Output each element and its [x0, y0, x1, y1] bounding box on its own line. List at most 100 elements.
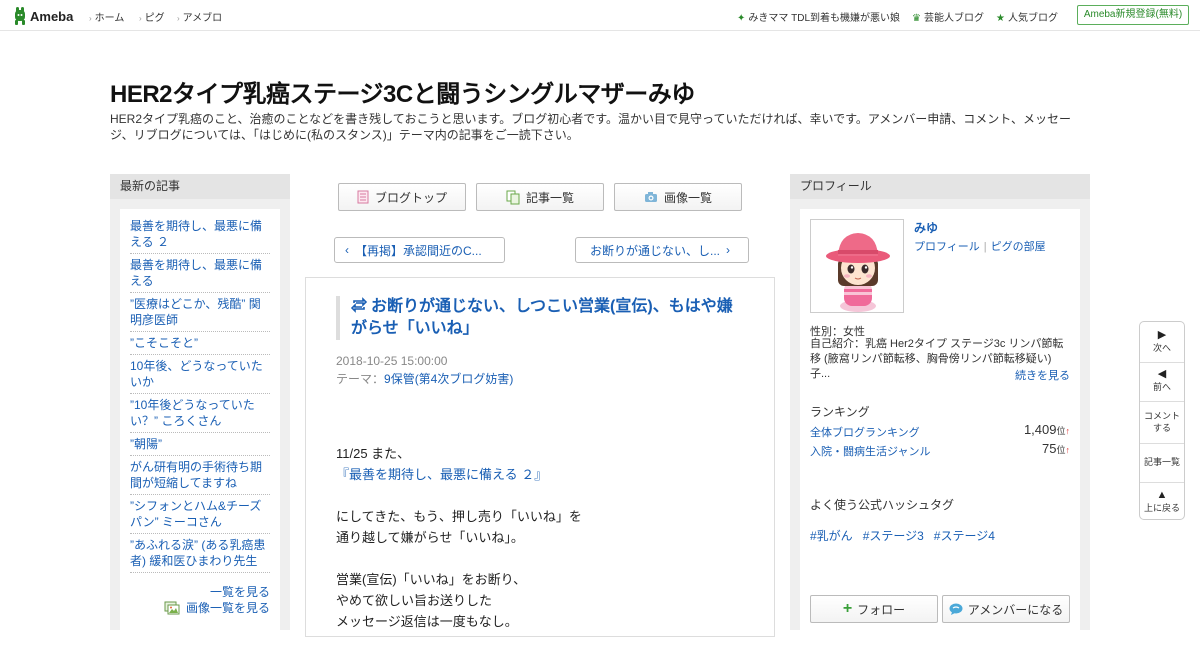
theme-label: テーマ： — [336, 372, 385, 386]
article: お断りが通じない、しつこい営業(宣伝)、もはや嫌がらせ「いいね」 2018-10… — [305, 277, 775, 637]
tab-article-list[interactable]: 記事一覧 — [476, 183, 604, 211]
recent-article-link[interactable]: 最善を期待し、最悪に備える — [130, 254, 270, 293]
body-line: にしてきた、もう、押し売り「いいね」を — [336, 509, 582, 524]
divider — [1140, 401, 1184, 402]
celebrity-blog-label: 芸能人ブログ — [923, 13, 984, 24]
popular-blog-link[interactable]: ★ 人気ブログ — [996, 9, 1058, 24]
hashtag-link[interactable]: #ステージ4 — [934, 527, 995, 544]
recent-article-link[interactable]: ”こそこそと” — [130, 332, 270, 355]
amember-icon — [949, 603, 963, 615]
article-title-text: お断りが通じない、しつこい営業(宣伝)、もはや嫌がらせ「いいね」 — [351, 298, 733, 337]
right-sidebar: プロフィール みゆ プロフィール | ピグの部屋 性別：女性 自己紹介：乳癌 H… — [790, 174, 1090, 630]
avatar[interactable] — [810, 219, 904, 313]
recent-article-link[interactable]: ”あふれる涙” (ある乳癌患者) 緩和医ひまわり先生 — [130, 534, 270, 573]
trend-topic-link[interactable]: ✦ みきママ TDL到着も機嫌が悪い娘 — [737, 9, 900, 24]
prev-button[interactable]: ◀ 前へ — [1140, 368, 1184, 393]
triangle-up-icon: ▲ — [1156, 489, 1168, 501]
document-icon — [357, 190, 369, 204]
body-line: 通り越して嫌がらせ「いいね」。 — [336, 530, 524, 545]
article-title[interactable]: お断りが通じない、しつこい営業(宣伝)、もはや嫌がらせ「いいね」 — [336, 296, 746, 340]
ranking-value: 75位↑ — [1042, 441, 1070, 456]
body-line: 営業(宣伝)「いいね」をお断り、 — [336, 572, 527, 587]
floating-nav: ▶ 次へ ◀ 前へ コメントする 記事一覧 ▲ 上に戻る — [1139, 321, 1185, 520]
pigg-room-link[interactable]: ピグの部屋 — [991, 241, 1046, 253]
recent-articles-panel: 最善を期待し、最悪に備える ２ 最善を期待し、最悪に備える ”医療はどこか、残酷… — [120, 209, 280, 630]
ranking-heading: ランキング — [810, 405, 870, 419]
profile-link[interactable]: プロフィール — [914, 241, 980, 253]
back-to-top-button[interactable]: ▲ 上に戻る — [1140, 489, 1184, 514]
blog-title[interactable]: HER2タイプ乳癌ステージ3Cと闘うシングルマザーみゆ — [110, 74, 695, 109]
ranking-value: 1,409位↑ — [1024, 422, 1070, 437]
tab-blog-top-label: ブログトップ — [374, 190, 447, 205]
see-all-link[interactable]: 一覧を見る — [210, 583, 270, 600]
top-bar: Ameba › ホーム › ピグ › アメブロ ✦ みきママ TDL到着も機嫌が悪い娘 … — [0, 0, 1200, 31]
next-article-label: お断りが通じない、し... — [590, 243, 721, 258]
nav-home-label: ホーム — [94, 13, 125, 24]
article-theme: テーマ：9保管(第4次ブログ妨害) — [336, 370, 513, 387]
divider — [1140, 482, 1184, 483]
recent-article-link[interactable]: 10年後、どうなっていたいか — [130, 355, 270, 394]
nav-pigg[interactable]: › ピグ — [139, 9, 165, 24]
trend-topic-label: みきママ TDL到着も機嫌が悪い娘 — [748, 13, 901, 24]
divider — [1140, 362, 1184, 363]
amember-label: アメンバーになる — [967, 602, 1064, 617]
chevron-right-icon: › — [89, 14, 92, 23]
recent-article-link[interactable]: ”医療はどこか、残酷” 関明彦医師 — [130, 293, 270, 332]
body-line: やめて欲しい旨お送りした — [336, 593, 493, 608]
ameba-mascot-icon — [15, 7, 25, 25]
tab-article-list-label: 記事一覧 — [525, 190, 574, 205]
ranking-label-link[interactable]: 入院・闘病生活ジャンル — [810, 446, 930, 458]
ranking-label-link[interactable]: 全体ブログランキング — [810, 427, 920, 439]
article-list-button[interactable]: 記事一覧 — [1140, 456, 1184, 468]
chevron-right-icon: › — [177, 14, 180, 23]
chevron-right-icon: › — [726, 243, 731, 257]
recent-article-link[interactable]: がん研有明の手術待ち期間が短縮してますね — [130, 456, 270, 495]
celebrity-blog-link[interactable]: ♛ 芸能人ブログ — [912, 9, 984, 24]
hashtag-link[interactable]: #ステージ3 — [863, 527, 924, 544]
see-images-link[interactable]: 画像一覧を見る — [164, 599, 270, 616]
ameba-logo[interactable]: Ameba — [13, 6, 73, 26]
body-paragraph: 11/25 また、 『最善を期待し、最悪に備える ２』 — [336, 443, 756, 485]
profile-panel: みゆ プロフィール | ピグの部屋 性別：女性 自己紹介：乳癌 Her2タイプ ステ… — [800, 209, 1080, 630]
next-article-link[interactable]: お断りが通じない、し... › — [575, 237, 749, 263]
ranking-number: 1,409 — [1023, 422, 1057, 437]
body-paragraph: 営業(宣伝)「いいね」をお断り、 やめて欲しい旨お送りした メッセージ返信は一度もな… — [336, 569, 756, 632]
plus-icon: + — [842, 600, 853, 617]
recent-article-link[interactable]: 最善を期待し、最悪に備える ２ — [130, 215, 270, 254]
signup-button[interactable]: Ameba新規登録(無料) — [1077, 5, 1189, 25]
nav-home[interactable]: › ホーム — [89, 9, 124, 24]
logo-text: Ameba — [30, 8, 74, 24]
recent-article-link[interactable]: ”シフォンとハム&チーズパン” ミーコさん — [130, 495, 270, 534]
tab-blog-top[interactable]: ブログトップ — [338, 183, 466, 211]
play-left-icon: ◀ — [1157, 368, 1167, 380]
avatar-illustration — [811, 220, 903, 312]
profile-name[interactable]: みゆ — [914, 219, 938, 236]
hashtag-heading: よく使う公式ハッシュタグ — [810, 498, 955, 512]
recent-article-link[interactable]: ”10年後どうなっていたい？” ころくさん — [130, 394, 270, 433]
prev-article-link[interactable]: ‹ 【再掲】承認間近のC... — [334, 237, 505, 263]
reblog-icon — [350, 297, 368, 313]
follow-button[interactable]: + フォロー — [810, 595, 938, 623]
camera-icon — [644, 192, 657, 202]
follow-label: フォロー — [857, 602, 906, 617]
ranking-unit: 位 — [1056, 426, 1066, 436]
body-article-link[interactable]: 『最善を期待し、最悪に備える ２』 — [336, 467, 547, 482]
profile-links: プロフィール | ピグの部屋 — [914, 238, 1046, 254]
recent-article-link[interactable]: ”朝陽” — [130, 433, 270, 456]
comment-button[interactable]: コメントする — [1140, 410, 1184, 434]
recent-articles-list: 最善を期待し、最悪に備える ２ 最善を期待し、最悪に備える ”医療はどこか、残酷… — [130, 215, 270, 573]
ranking-row: 入院・闘病生活ジャンル 75位↑ — [810, 441, 1070, 459]
article-body: 11/25 また、 『最善を期待し、最悪に備える ２』 にしてきた、もう、押し売り… — [336, 443, 756, 653]
nav-ameblo[interactable]: › アメブロ — [177, 9, 222, 24]
amember-button[interactable]: アメンバーになる — [942, 595, 1070, 623]
body-paragraph: にしてきた、もう、押し売り「いいね」を 通り越して嫌がらせ「いいね」。 — [336, 506, 756, 548]
next-button[interactable]: ▶ 次へ — [1140, 329, 1184, 354]
recent-articles-heading: 最新の記事 — [110, 174, 290, 199]
theme-link[interactable]: 9保管(第4次ブログ妨害) — [384, 372, 513, 386]
tab-image-list[interactable]: 画像一覧 — [614, 183, 742, 211]
sparkle-icon: ✦ — [737, 13, 746, 24]
profile-heading: プロフィール — [790, 174, 1090, 199]
read-more-link[interactable]: 続きを見る — [1015, 367, 1070, 383]
blog-description: HER2タイプ乳癌のこと、治癒のことなどを書き残しておこうと思います。ブログ初心… — [110, 112, 1072, 142]
hashtag-link[interactable]: #乳がん — [810, 527, 853, 544]
